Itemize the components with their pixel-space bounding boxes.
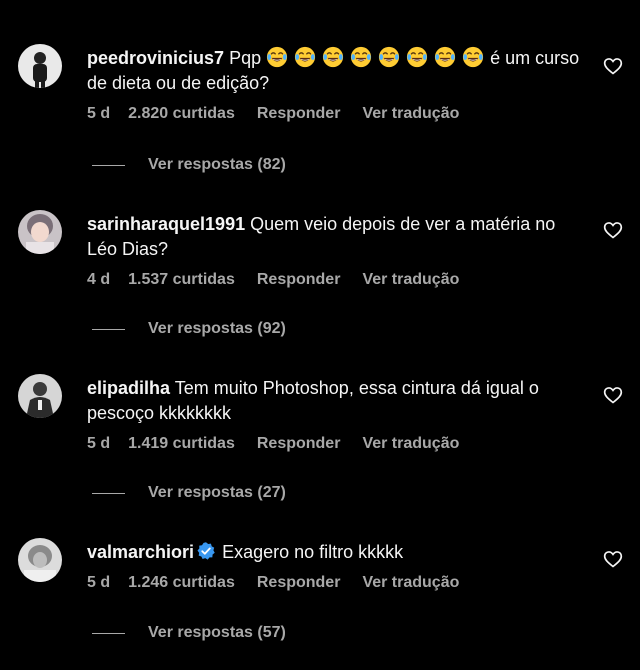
- translate-button[interactable]: Ver tradução: [362, 105, 459, 123]
- replies-divider: [92, 632, 125, 634]
- avatar[interactable]: [18, 538, 62, 582]
- laughing-tears-emoji-icon: [462, 46, 484, 68]
- comment-username[interactable]: sarinharaquel1991: [87, 214, 245, 234]
- comment-meta: 4 d 1.537 curtidas Responder Ver traduçã…: [87, 271, 587, 289]
- avatar[interactable]: [18, 374, 62, 418]
- laughing-tears-emoji-icon: [350, 46, 372, 68]
- translate-button[interactable]: Ver tradução: [362, 574, 459, 592]
- comment-meta: 5 d 1.419 curtidas Responder Ver traduçã…: [87, 435, 587, 453]
- view-replies-button[interactable]: Ver respostas (82): [92, 156, 286, 174]
- translate-button[interactable]: Ver tradução: [362, 271, 459, 289]
- laughing-tears-emoji-icon: [322, 46, 344, 68]
- comment-age: 5 d: [87, 105, 111, 122]
- comment-content: sarinharaquel1991 Quem veio depois de ve…: [87, 212, 587, 289]
- comment-likes[interactable]: 1.537 curtidas: [128, 271, 235, 289]
- comment-username[interactable]: valmarchiori: [87, 542, 194, 562]
- view-replies-label[interactable]: Ver respostas (82): [148, 156, 286, 174]
- replies-divider: [92, 328, 125, 330]
- comment-text: elipadilha Tem muito Photoshop, essa cin…: [87, 376, 587, 426]
- comment-meta: 5 d 1.246 curtidas Responder Ver traduçã…: [87, 574, 587, 592]
- comment-likes[interactable]: 2.820 curtidas: [128, 105, 235, 123]
- emoji-group: [266, 46, 490, 68]
- reply-button[interactable]: Responder: [257, 105, 341, 123]
- view-replies-button[interactable]: Ver respostas (57): [92, 624, 286, 642]
- comment-username[interactable]: elipadilha: [87, 378, 170, 398]
- reply-button[interactable]: Responder: [257, 574, 341, 592]
- comment-content: elipadilha Tem muito Photoshop, essa cin…: [87, 376, 587, 453]
- like-heart-icon[interactable]: [603, 56, 623, 76]
- like-heart-icon[interactable]: [603, 385, 623, 405]
- comment-likes[interactable]: 1.246 curtidas: [128, 574, 235, 592]
- avatar[interactable]: [18, 210, 62, 254]
- avatar[interactable]: [18, 44, 62, 88]
- replies-divider: [92, 492, 125, 494]
- comment-text: sarinharaquel1991 Quem veio depois de ve…: [87, 212, 587, 262]
- laughing-tears-emoji-icon: [434, 46, 456, 68]
- comment-body: Pqp: [229, 48, 262, 68]
- comment-age: 5 d: [87, 435, 111, 452]
- view-replies-label[interactable]: Ver respostas (92): [148, 320, 286, 338]
- like-heart-icon[interactable]: [603, 220, 623, 240]
- comment-username[interactable]: peedrovinicius7: [87, 48, 224, 68]
- like-heart-icon[interactable]: [603, 549, 623, 569]
- view-replies-label[interactable]: Ver respostas (27): [148, 484, 286, 502]
- laughing-tears-emoji-icon: [378, 46, 400, 68]
- comment-likes[interactable]: 1.419 curtidas: [128, 435, 235, 453]
- comment-content: peedrovinicius7 Pqp é um curso de dieta …: [87, 46, 587, 123]
- reply-button[interactable]: Responder: [257, 271, 341, 289]
- comment-meta: 5 d 2.820 curtidas Responder Ver traduçã…: [87, 105, 587, 123]
- view-replies-button[interactable]: Ver respostas (27): [92, 484, 286, 502]
- laughing-tears-emoji-icon: [406, 46, 428, 68]
- comment-body: Exagero no filtro kkkkk: [222, 542, 404, 562]
- view-replies-label[interactable]: Ver respostas (57): [148, 624, 286, 642]
- comment-text: peedrovinicius7 Pqp é um curso de dieta …: [87, 46, 587, 96]
- comment-text: valmarchiori Exagero no filtro kkkkk: [87, 540, 587, 565]
- laughing-tears-emoji-icon: [266, 46, 288, 68]
- comment-age: 4 d: [87, 271, 111, 288]
- view-replies-button[interactable]: Ver respostas (92): [92, 320, 286, 338]
- laughing-tears-emoji-icon: [294, 46, 316, 68]
- reply-button[interactable]: Responder: [257, 435, 341, 453]
- translate-button[interactable]: Ver tradução: [362, 435, 459, 453]
- comment-content: valmarchiori Exagero no filtro kkkkk 5 d…: [87, 540, 587, 592]
- verified-badge-icon: [196, 541, 216, 561]
- comment-age: 5 d: [87, 574, 111, 591]
- replies-divider: [92, 164, 125, 166]
